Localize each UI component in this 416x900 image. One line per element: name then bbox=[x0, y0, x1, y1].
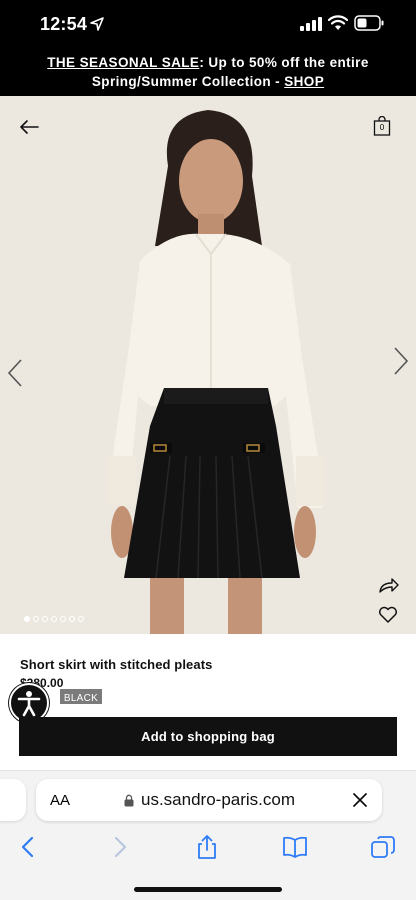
carousel-dot[interactable] bbox=[51, 616, 57, 622]
promo-banner[interactable]: THE SEASONAL SALE: Up to 50% off the ent… bbox=[0, 53, 416, 91]
back-arrow-icon[interactable] bbox=[18, 118, 40, 136]
bookmarks-icon[interactable] bbox=[282, 835, 308, 859]
url-text[interactable]: us.sandro-paris.com bbox=[141, 790, 295, 810]
heart-icon[interactable] bbox=[378, 606, 398, 624]
forward-chevron-icon[interactable] bbox=[106, 835, 132, 859]
color-swatch[interactable]: BLACK bbox=[60, 689, 102, 704]
carousel-pagination[interactable] bbox=[24, 616, 84, 624]
promo-sale-label: THE SEASONAL SALE bbox=[47, 55, 200, 70]
promo-text-line2: Spring/Summer Collection - bbox=[91, 74, 285, 89]
cellular-signal-icon bbox=[300, 17, 322, 31]
chevron-left-icon[interactable] bbox=[6, 358, 24, 388]
browser-toolbar: AA us.sandro-paris.com bbox=[0, 770, 416, 900]
product-image-carousel[interactable]: 0 bbox=[0, 96, 416, 634]
wifi-icon bbox=[328, 15, 348, 30]
lock-icon bbox=[124, 794, 134, 807]
product-photo bbox=[0, 96, 416, 634]
tabs-icon[interactable] bbox=[370, 835, 396, 859]
add-to-bag-button[interactable]: Add to shopping bag bbox=[19, 717, 397, 756]
bag-count: 0 bbox=[379, 123, 385, 132]
location-arrow-icon bbox=[90, 17, 104, 31]
text-size-button[interactable]: AA bbox=[50, 792, 70, 809]
address-bar[interactable]: AA us.sandro-paris.com bbox=[36, 779, 382, 821]
status-and-promo-area: 12:54 THE SEASONAL SALE: Up to 50% off t… bbox=[0, 0, 416, 96]
promo-text: : Up to 50% off the entire bbox=[199, 55, 369, 70]
carousel-dot[interactable] bbox=[33, 616, 39, 622]
back-chevron-icon[interactable] bbox=[16, 835, 42, 859]
carousel-dot[interactable] bbox=[42, 616, 48, 622]
screen: 12:54 THE SEASONAL SALE: Up to 50% off t… bbox=[0, 0, 416, 900]
home-indicator bbox=[134, 887, 282, 892]
status-time: 12:54 bbox=[40, 14, 88, 34]
promo-shop-link[interactable]: SHOP bbox=[284, 74, 324, 89]
previous-tab-preview[interactable] bbox=[0, 779, 26, 821]
chevron-right-icon[interactable] bbox=[392, 346, 410, 376]
share-icon[interactable] bbox=[378, 576, 400, 594]
share-sheet-icon[interactable] bbox=[194, 835, 220, 859]
carousel-dot[interactable] bbox=[69, 616, 75, 622]
close-icon[interactable] bbox=[352, 792, 368, 808]
carousel-dot[interactable] bbox=[78, 616, 84, 622]
product-name: Short skirt with stitched pleats bbox=[20, 657, 213, 672]
accessibility-icon bbox=[17, 691, 41, 717]
battery-icon bbox=[354, 15, 384, 31]
carousel-dot[interactable] bbox=[60, 616, 66, 622]
carousel-dot[interactable] bbox=[24, 616, 30, 622]
